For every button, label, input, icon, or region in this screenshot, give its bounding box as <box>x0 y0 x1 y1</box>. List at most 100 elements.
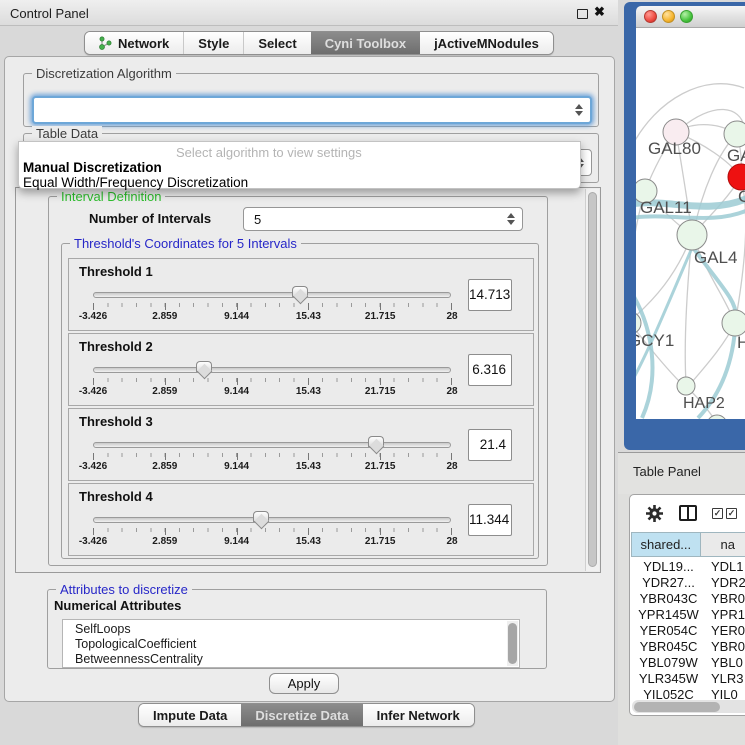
threshold-4-slider[interactable]: -3.426 2.859 9.144 15.43 21.715 28 <box>93 510 451 546</box>
threshold-3-slider[interactable]: -3.426 2.859 9.144 15.43 21.715 28 <box>93 435 451 471</box>
tab-style[interactable]: Style <box>183 32 243 54</box>
threshold-4-value-field[interactable]: 11.344 <box>468 504 512 536</box>
discretization-algorithm-group: Discretization Algorithm <box>23 73 599 127</box>
node-hap2[interactable] <box>677 377 695 395</box>
table-row[interactable]: YLR345WYLR3 <box>631 671 745 687</box>
minimize-traffic-light-icon[interactable] <box>662 10 675 23</box>
table-panel-title: Table Panel <box>633 464 701 479</box>
numerical-attributes-label: Numerical Attributes <box>54 598 181 613</box>
bottom-tab-bar: Impute Data Discretize Data Infer Networ… <box>138 703 475 727</box>
list-item[interactable]: TopologicalCoefficient <box>75 637 196 651</box>
slider-tick-labels: -3.426 2.859 9.144 15.43 21.715 28 <box>93 461 452 472</box>
threshold-2-value-field[interactable]: 6.316 <box>468 354 512 386</box>
checkbox-icon[interactable]: ✓ <box>712 508 723 519</box>
table-row[interactable]: YPR145WYPR1 <box>631 607 745 623</box>
thresholds-group: Threshold's Coordinates for 5 Intervals … <box>61 243 539 559</box>
slider-thumb[interactable] <box>196 361 212 372</box>
menu-item-manual-discretization[interactable]: Manual Discretization <box>23 160 578 175</box>
menu-item-equal-width-frequency[interactable]: Equal Width/Frequency Discretization <box>23 175 578 190</box>
table-row[interactable]: YDR27...YDR2 <box>631 575 745 591</box>
combo-stepper-icon[interactable] <box>506 213 515 225</box>
threshold-3-value-field[interactable]: 21.4 <box>468 429 512 461</box>
algorithm-dropdown-popup: Select algorithm to view settings Manual… <box>18 141 581 189</box>
list-item[interactable]: BetweennessCentrality <box>75 652 203 666</box>
node-gal4[interactable] <box>677 220 707 250</box>
threshold-1-value-field[interactable]: 14.713 <box>468 279 512 311</box>
interval-definition-group: Interval Definition Number of Intervals … <box>48 196 548 566</box>
threshold-3-label: Threshold 3 <box>79 414 153 429</box>
slider-track[interactable] <box>93 517 451 523</box>
node-label-gcy1: GCY1 <box>636 331 674 350</box>
split-panel-icon[interactable] <box>679 505 697 521</box>
tab-discretize-data[interactable]: Discretize Data <box>241 704 362 726</box>
table-panel-titlebar: Table Panel <box>618 452 745 494</box>
threshold-3-row: Threshold 3 -3.426 2.859 9.144 15.43 21.… <box>68 408 534 481</box>
panel-title: Control Panel <box>10 6 89 21</box>
threshold-4-label: Threshold 4 <box>79 489 153 504</box>
table-row[interactable]: YBR045CYBR0 <box>631 639 745 655</box>
slider-thumb[interactable] <box>292 286 308 297</box>
number-of-intervals-combobox[interactable]: 5 <box>243 207 523 231</box>
attributes-group: Attributes to discretize Numerical Attri… <box>47 589 547 669</box>
tab-network[interactable]: Network <box>85 32 183 54</box>
cyni-toolbox-panel: Discretization Algorithm Select algorith… <box>4 56 615 702</box>
slider-tick-labels: -3.426 2.859 9.144 15.43 21.715 28 <box>93 311 452 322</box>
node-label-gal11: GAL11 <box>640 198 692 217</box>
gear-icon[interactable] <box>645 504 664 523</box>
table-row[interactable]: YER054CYER0 <box>631 623 745 639</box>
list-item[interactable]: SelfLoops <box>75 622 131 636</box>
top-tab-bar: Network Style Select Cyni Toolbox jActiv… <box>84 31 554 55</box>
close-icon[interactable]: ✖ <box>594 4 605 20</box>
list-vertical-scrollbar[interactable] <box>507 621 518 666</box>
node-green[interactable] <box>707 415 727 419</box>
thresholds-group-label: Threshold's Coordinates for 5 Intervals <box>70 236 301 251</box>
tab-network-label: Network <box>118 36 169 51</box>
slider-thumb[interactable] <box>368 436 384 447</box>
network-window-titlebar[interactable] <box>636 6 745 28</box>
tab-infer-network[interactable]: Infer Network <box>363 704 474 726</box>
tab-select[interactable]: Select <box>243 32 310 54</box>
zoom-traffic-light-icon[interactable] <box>680 10 693 23</box>
slider-ticks <box>93 453 452 460</box>
number-of-intervals-label: Number of Intervals <box>89 211 211 226</box>
node-label-partial: H <box>737 333 745 352</box>
algorithm-prompt-text: Select algorithm to view settings <box>176 145 362 160</box>
slider-ticks <box>93 378 452 385</box>
settings-scrollpane: Interval Definition Number of Intervals … <box>15 187 601 573</box>
number-of-intervals-value: 5 <box>254 212 261 227</box>
table-row[interactable]: YDL19...YDL1 <box>631 559 745 575</box>
table-header-row: shared... na <box>631 532 745 557</box>
slider-track[interactable] <box>93 367 451 373</box>
tab-impute-data[interactable]: Impute Data <box>139 704 241 726</box>
column-header-name[interactable]: na <box>701 532 745 557</box>
slider-track[interactable] <box>93 442 451 448</box>
float-window-icon[interactable] <box>577 9 588 19</box>
slider-thumb[interactable] <box>253 511 269 522</box>
slider-tick-labels: -3.426 2.859 9.144 15.43 21.715 28 <box>93 386 452 397</box>
table-row[interactable]: YBR043CYBR0 <box>631 591 745 607</box>
column-header-shared-name[interactable]: shared... <box>631 532 701 557</box>
node-label-gal4: GAL4 <box>694 248 737 267</box>
apply-button[interactable]: Apply <box>269 673 339 694</box>
combo-stepper-icon[interactable] <box>574 104 583 116</box>
network-canvas[interactable]: GAL80 GA GAL11 C GAL4 GCY1 H HAP2 <box>636 28 745 419</box>
tab-jactivemnodules[interactable]: jActiveMNodules <box>420 32 553 54</box>
checkbox-icon[interactable]: ✓ <box>726 508 737 519</box>
close-traffic-light-icon[interactable] <box>644 10 657 23</box>
interval-definition-group-label: Interval Definition <box>57 189 165 204</box>
vertical-scrollbar[interactable] <box>585 189 599 571</box>
horizontal-scrollbar[interactable] <box>632 700 745 713</box>
network-icon <box>99 36 112 51</box>
network-view-window: GAL80 GA GAL11 C GAL4 GCY1 H HAP2 <box>624 2 745 450</box>
node-green[interactable] <box>724 121 745 147</box>
node-label-hap2: HAP2 <box>683 395 725 412</box>
node-label-partial: GA <box>727 146 745 165</box>
algorithm-combobox[interactable] <box>32 96 592 124</box>
threshold-2-slider[interactable]: -3.426 2.859 9.144 15.43 21.715 28 <box>93 360 451 396</box>
tab-cyni-toolbox[interactable]: Cyni Toolbox <box>311 32 420 54</box>
threshold-1-slider[interactable]: -3.426 2.859 9.144 15.43 21.715 28 <box>93 285 451 321</box>
slider-ticks <box>93 528 452 535</box>
table-row[interactable]: YBL079WYBL0 <box>631 655 745 671</box>
slider-track[interactable] <box>93 292 451 298</box>
numerical-attributes-list[interactable]: SelfLoops TopologicalCoefficient Between… <box>62 619 520 668</box>
